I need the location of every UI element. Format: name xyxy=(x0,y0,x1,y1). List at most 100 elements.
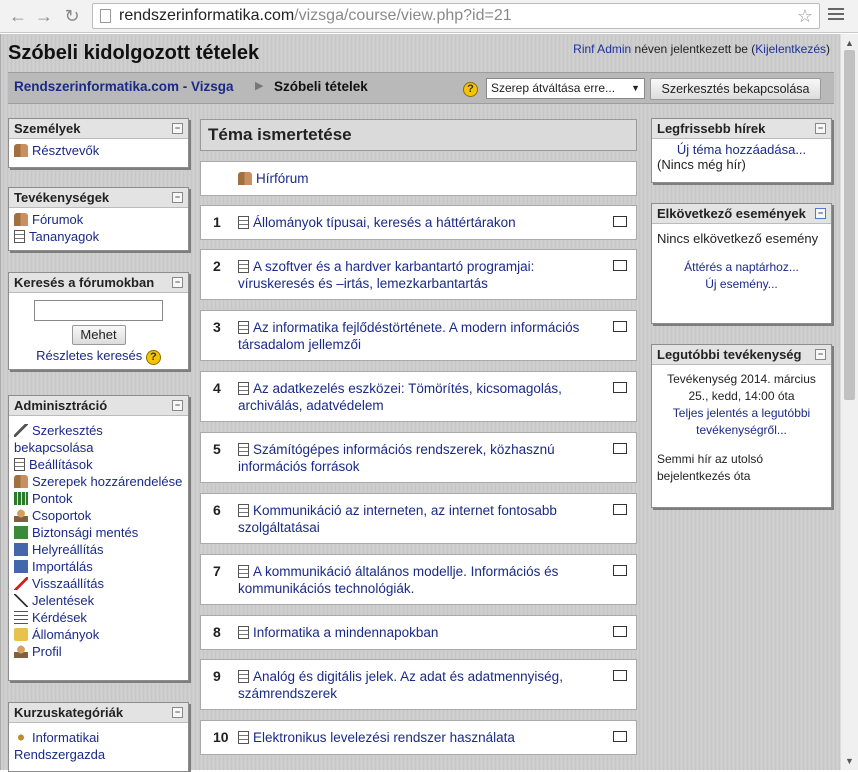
category-link[interactable]: Informatikai Rendszergazda xyxy=(14,729,183,763)
user-link[interactable]: Rinf Admin xyxy=(573,42,631,56)
browser-menu-icon[interactable] xyxy=(828,8,844,22)
vertical-scrollbar[interactable]: ▲ ▼ xyxy=(840,34,858,770)
block-title: Keresés a fórumokban − xyxy=(9,273,188,293)
section-resource-link[interactable]: Kommunikáció az interneten, az internet … xyxy=(238,502,588,536)
upcoming-events-block: Elkövetkező események − Nincs elkövetkező… xyxy=(651,203,832,324)
highlight-checkbox[interactable] xyxy=(613,731,627,742)
forward-icon[interactable]: → xyxy=(32,4,56,28)
advanced-search-link[interactable]: Részletes keresés ? xyxy=(9,348,188,365)
news-forum-link[interactable]: Hírfórum xyxy=(238,170,588,187)
course-categories-block: Kurzuskategóriák − Informatikai Rendszerg… xyxy=(8,702,189,772)
section-resource-link[interactable]: Az adatkezelés eszközei: Tömörítés, kics… xyxy=(238,380,588,414)
highlight-checkbox[interactable] xyxy=(613,443,627,454)
collapse-icon[interactable]: − xyxy=(815,349,826,360)
page-icon xyxy=(100,9,111,23)
edit-mode-button[interactable]: Szerkesztés bekapcsolása xyxy=(650,78,821,100)
collapse-icon[interactable]: − xyxy=(172,707,183,718)
forums-link[interactable]: Fórumok xyxy=(14,211,183,228)
participants-link[interactable]: Résztvevők xyxy=(14,142,183,159)
highlight-checkbox[interactable] xyxy=(613,382,627,393)
search-go-button[interactable]: Mehet xyxy=(71,325,126,345)
highlight-checkbox[interactable] xyxy=(613,260,627,271)
recent-title: Legutóbbi tevékenység xyxy=(657,347,802,362)
admin-settings-link[interactable]: Beállítások xyxy=(14,456,183,473)
highlight-checkbox[interactable] xyxy=(613,565,627,576)
highlight-checkbox[interactable] xyxy=(613,216,627,227)
collapse-icon[interactable]: − xyxy=(172,123,183,134)
scroll-thumb[interactable] xyxy=(844,50,855,400)
document-icon xyxy=(238,382,249,395)
section-number: 3 xyxy=(213,319,221,335)
section-label: Az adatkezelés eszközei: Tömörítés, kics… xyxy=(238,381,562,413)
scroll-down-icon[interactable]: ▼ xyxy=(845,756,854,766)
section-label: Az informatika fejlődéstörténete. A mode… xyxy=(238,320,580,352)
admin-files-link[interactable]: Állományok xyxy=(14,626,183,643)
section-label: A kommunikáció általános modellje. Infor… xyxy=(238,564,559,596)
help-icon[interactable]: ? xyxy=(463,82,478,97)
section-2: 2 A szoftver és a hardver karbantartó pr… xyxy=(200,249,637,300)
admin-reset-link[interactable]: Visszaállítás xyxy=(14,575,183,592)
section-resource-link[interactable]: A kommunikáció általános modellje. Infor… xyxy=(238,563,588,597)
section-resource-link[interactable]: Elektronikus levelezési rendszer használ… xyxy=(238,729,588,746)
block-title: Elkövetkező események − xyxy=(652,204,831,224)
address-bar[interactable]: rendszerinformatika.com/vizsga/course/vi… xyxy=(92,3,820,29)
url-host: rendszerinformatika.com xyxy=(119,7,295,24)
restore-icon xyxy=(14,543,28,556)
section-resource-link[interactable]: Számítógépes információs rendszerek, köz… xyxy=(238,441,588,475)
block-title: Legutóbbi tevékenység − xyxy=(652,345,831,365)
role-switch-select[interactable]: Szerep átváltása erre... ▼ xyxy=(486,78,645,99)
bookmark-star-icon[interactable]: ☆ xyxy=(797,4,813,28)
new-event-link[interactable]: Új esemény... xyxy=(657,276,826,293)
section-resource-link[interactable]: Az informatika fejlődéstörténete. A mode… xyxy=(238,319,588,353)
section-resource-link[interactable]: Állományok típusai, keresés a háttértára… xyxy=(238,214,588,231)
import-icon xyxy=(14,560,28,573)
collapse-icon[interactable]: − xyxy=(172,192,183,203)
admin-item-label: Csoportok xyxy=(32,508,92,523)
add-topic-link[interactable]: Új téma hozzáadása... xyxy=(657,142,826,157)
admin-grades-link[interactable]: Pontok xyxy=(14,490,183,507)
admin-groups-link[interactable]: Csoportok xyxy=(14,507,183,524)
forum-search-input[interactable] xyxy=(34,300,163,321)
resources-link[interactable]: Tananyagok xyxy=(14,228,183,245)
admin-item-label: Kérdések xyxy=(32,610,87,625)
scroll-up-icon[interactable]: ▲ xyxy=(845,38,854,48)
browser-toolbar: ← → ↻ rendszerinformatika.com/vizsga/cou… xyxy=(0,0,858,33)
collapse-icon[interactable]: − xyxy=(815,208,826,219)
admin-profile-link[interactable]: Profil xyxy=(14,643,183,660)
folder-icon xyxy=(14,628,28,641)
edit-icon xyxy=(14,424,28,437)
block-title: Személyek − xyxy=(9,119,188,139)
admin-restore-link[interactable]: Helyreállítás xyxy=(14,541,183,558)
admin-reports-link[interactable]: Jelentések xyxy=(14,592,183,609)
highlight-checkbox[interactable] xyxy=(613,626,627,637)
help-icon[interactable]: ? xyxy=(145,350,161,365)
admin-edit-link[interactable]: Szerkesztés bekapcsolása xyxy=(14,422,183,456)
back-icon[interactable]: ← xyxy=(6,4,30,28)
category-icon xyxy=(14,731,28,744)
admin-roles-link[interactable]: Szerepek hozzárendelése xyxy=(14,473,183,490)
section-resource-link[interactable]: A szoftver és a hardver karbantartó prog… xyxy=(238,258,588,292)
forum-search-block: Keresés a fórumokban − Mehet Részletes ke… xyxy=(8,272,189,370)
people-title: Személyek xyxy=(14,121,81,136)
section-resource-link[interactable]: Informatika a mindennapokban xyxy=(238,624,588,641)
admin-backup-link[interactable]: Biztonsági mentés xyxy=(14,524,183,541)
block-title: Adminisztráció − xyxy=(9,396,188,416)
highlight-checkbox[interactable] xyxy=(613,670,627,681)
admin-import-link[interactable]: Importálás xyxy=(14,558,183,575)
highlight-checkbox[interactable] xyxy=(613,321,627,332)
collapse-icon[interactable]: − xyxy=(815,123,826,134)
admin-questions-link[interactable]: Kérdések xyxy=(14,609,183,626)
breadcrumb-home[interactable]: Rendszerinformatika.com - Vizsga xyxy=(14,79,234,94)
full-report-link[interactable]: Teljes jelentés a legutóbbi tevékenységr… xyxy=(657,405,826,439)
news-forum-label: Hírfórum xyxy=(256,171,309,186)
forum-icon xyxy=(238,172,252,185)
collapse-icon[interactable]: − xyxy=(172,277,183,288)
go-to-calendar-link[interactable]: Áttérés a naptárhoz... xyxy=(657,259,826,276)
section-number: 8 xyxy=(213,624,221,640)
section-resource-link[interactable]: Analóg és digitális jelek. Az adat és ad… xyxy=(238,668,588,702)
highlight-checkbox[interactable] xyxy=(613,504,627,515)
profile-icon xyxy=(14,645,28,658)
logout-link[interactable]: Kijelentkezés xyxy=(755,42,826,56)
reload-icon[interactable]: ↻ xyxy=(60,4,84,28)
collapse-icon[interactable]: − xyxy=(172,400,183,411)
